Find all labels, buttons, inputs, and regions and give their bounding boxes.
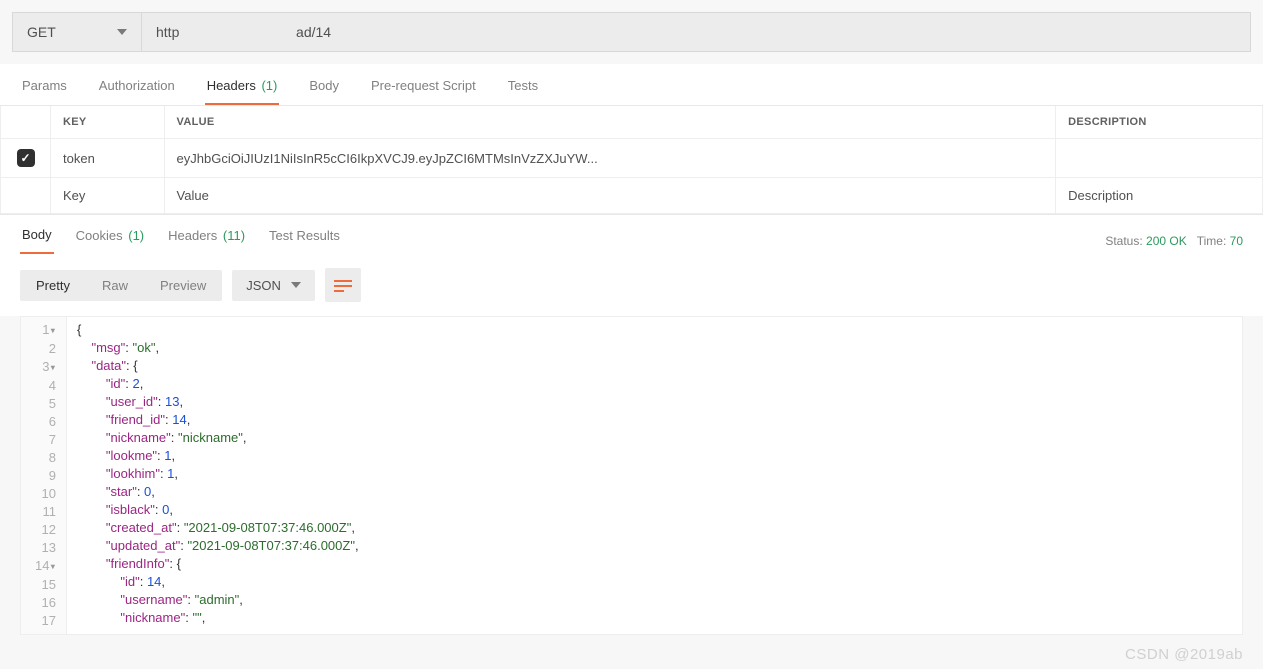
view-mode-segment: Pretty Raw Preview bbox=[20, 270, 222, 301]
tab-headers[interactable]: Headers (1) bbox=[205, 64, 280, 105]
resp-headers-count-badge: (11) bbox=[223, 228, 245, 243]
chevron-down-icon bbox=[117, 29, 127, 35]
http-method-select[interactable]: GET bbox=[12, 12, 142, 52]
tab-test-results[interactable]: Test Results bbox=[267, 228, 342, 253]
tab-body-request[interactable]: Body bbox=[307, 64, 341, 105]
wrap-icon bbox=[334, 278, 352, 292]
row-checkbox[interactable]: ✓ bbox=[17, 149, 35, 167]
watermark: CSDN @2019ab bbox=[1125, 646, 1243, 663]
table-row: ✓ token eyJhbGciOiJIUzI1NiIsInR5cCI6IkpX… bbox=[1, 139, 1263, 178]
response-tabs: Body Cookies (1) Headers (11) Test Resul… bbox=[0, 214, 1263, 254]
tab-cookies[interactable]: Cookies (1) bbox=[74, 228, 146, 253]
header-desc-cell[interactable] bbox=[1056, 139, 1263, 178]
status-code: 200 OK bbox=[1146, 234, 1187, 248]
col-value: VALUE bbox=[164, 106, 1056, 139]
header-key-input[interactable]: Key bbox=[51, 178, 165, 214]
tab-params[interactable]: Params bbox=[20, 64, 69, 105]
time-value: 70 bbox=[1230, 234, 1243, 248]
header-key-cell[interactable]: token bbox=[51, 139, 165, 178]
tab-body-response[interactable]: Body bbox=[20, 227, 54, 254]
chevron-down-icon bbox=[291, 282, 301, 288]
headers-count-badge: (1) bbox=[261, 78, 277, 93]
view-raw[interactable]: Raw bbox=[86, 270, 144, 301]
response-status: Status: 200 OK Time: 70 bbox=[1105, 234, 1243, 248]
view-preview[interactable]: Preview bbox=[144, 270, 222, 301]
tab-tests[interactable]: Tests bbox=[506, 64, 540, 105]
body-viewer-toolbar: Pretty Raw Preview JSON bbox=[0, 254, 1263, 316]
request-tabs: Params Authorization Headers (1) Body Pr… bbox=[0, 64, 1263, 106]
json-viewer[interactable]: 1234567891011121314151617 { "msg": "ok",… bbox=[20, 316, 1243, 635]
cookies-count-badge: (1) bbox=[128, 228, 144, 243]
http-method-value: GET bbox=[27, 24, 117, 40]
headers-table: KEY VALUE DESCRIPTION ✓ token eyJhbGciOi… bbox=[0, 106, 1263, 214]
tab-headers-response[interactable]: Headers (11) bbox=[166, 228, 247, 253]
col-key: KEY bbox=[51, 106, 165, 139]
col-description: DESCRIPTION bbox=[1056, 106, 1263, 139]
tab-prerequest[interactable]: Pre-request Script bbox=[369, 64, 478, 105]
table-row-empty: Key Value Description bbox=[1, 178, 1263, 214]
header-value-cell[interactable]: eyJhbGciOiJIUzI1NiIsInR5cCI6IkpXVCJ9.eyJ… bbox=[164, 139, 1056, 178]
tab-authorization[interactable]: Authorization bbox=[97, 64, 177, 105]
request-url-input[interactable] bbox=[142, 12, 1251, 52]
header-value-input[interactable]: Value bbox=[164, 178, 1056, 214]
header-desc-input[interactable]: Description bbox=[1056, 178, 1263, 214]
view-pretty[interactable]: Pretty bbox=[20, 270, 86, 301]
wrap-lines-button[interactable] bbox=[325, 268, 361, 302]
language-select[interactable]: JSON bbox=[232, 270, 315, 301]
